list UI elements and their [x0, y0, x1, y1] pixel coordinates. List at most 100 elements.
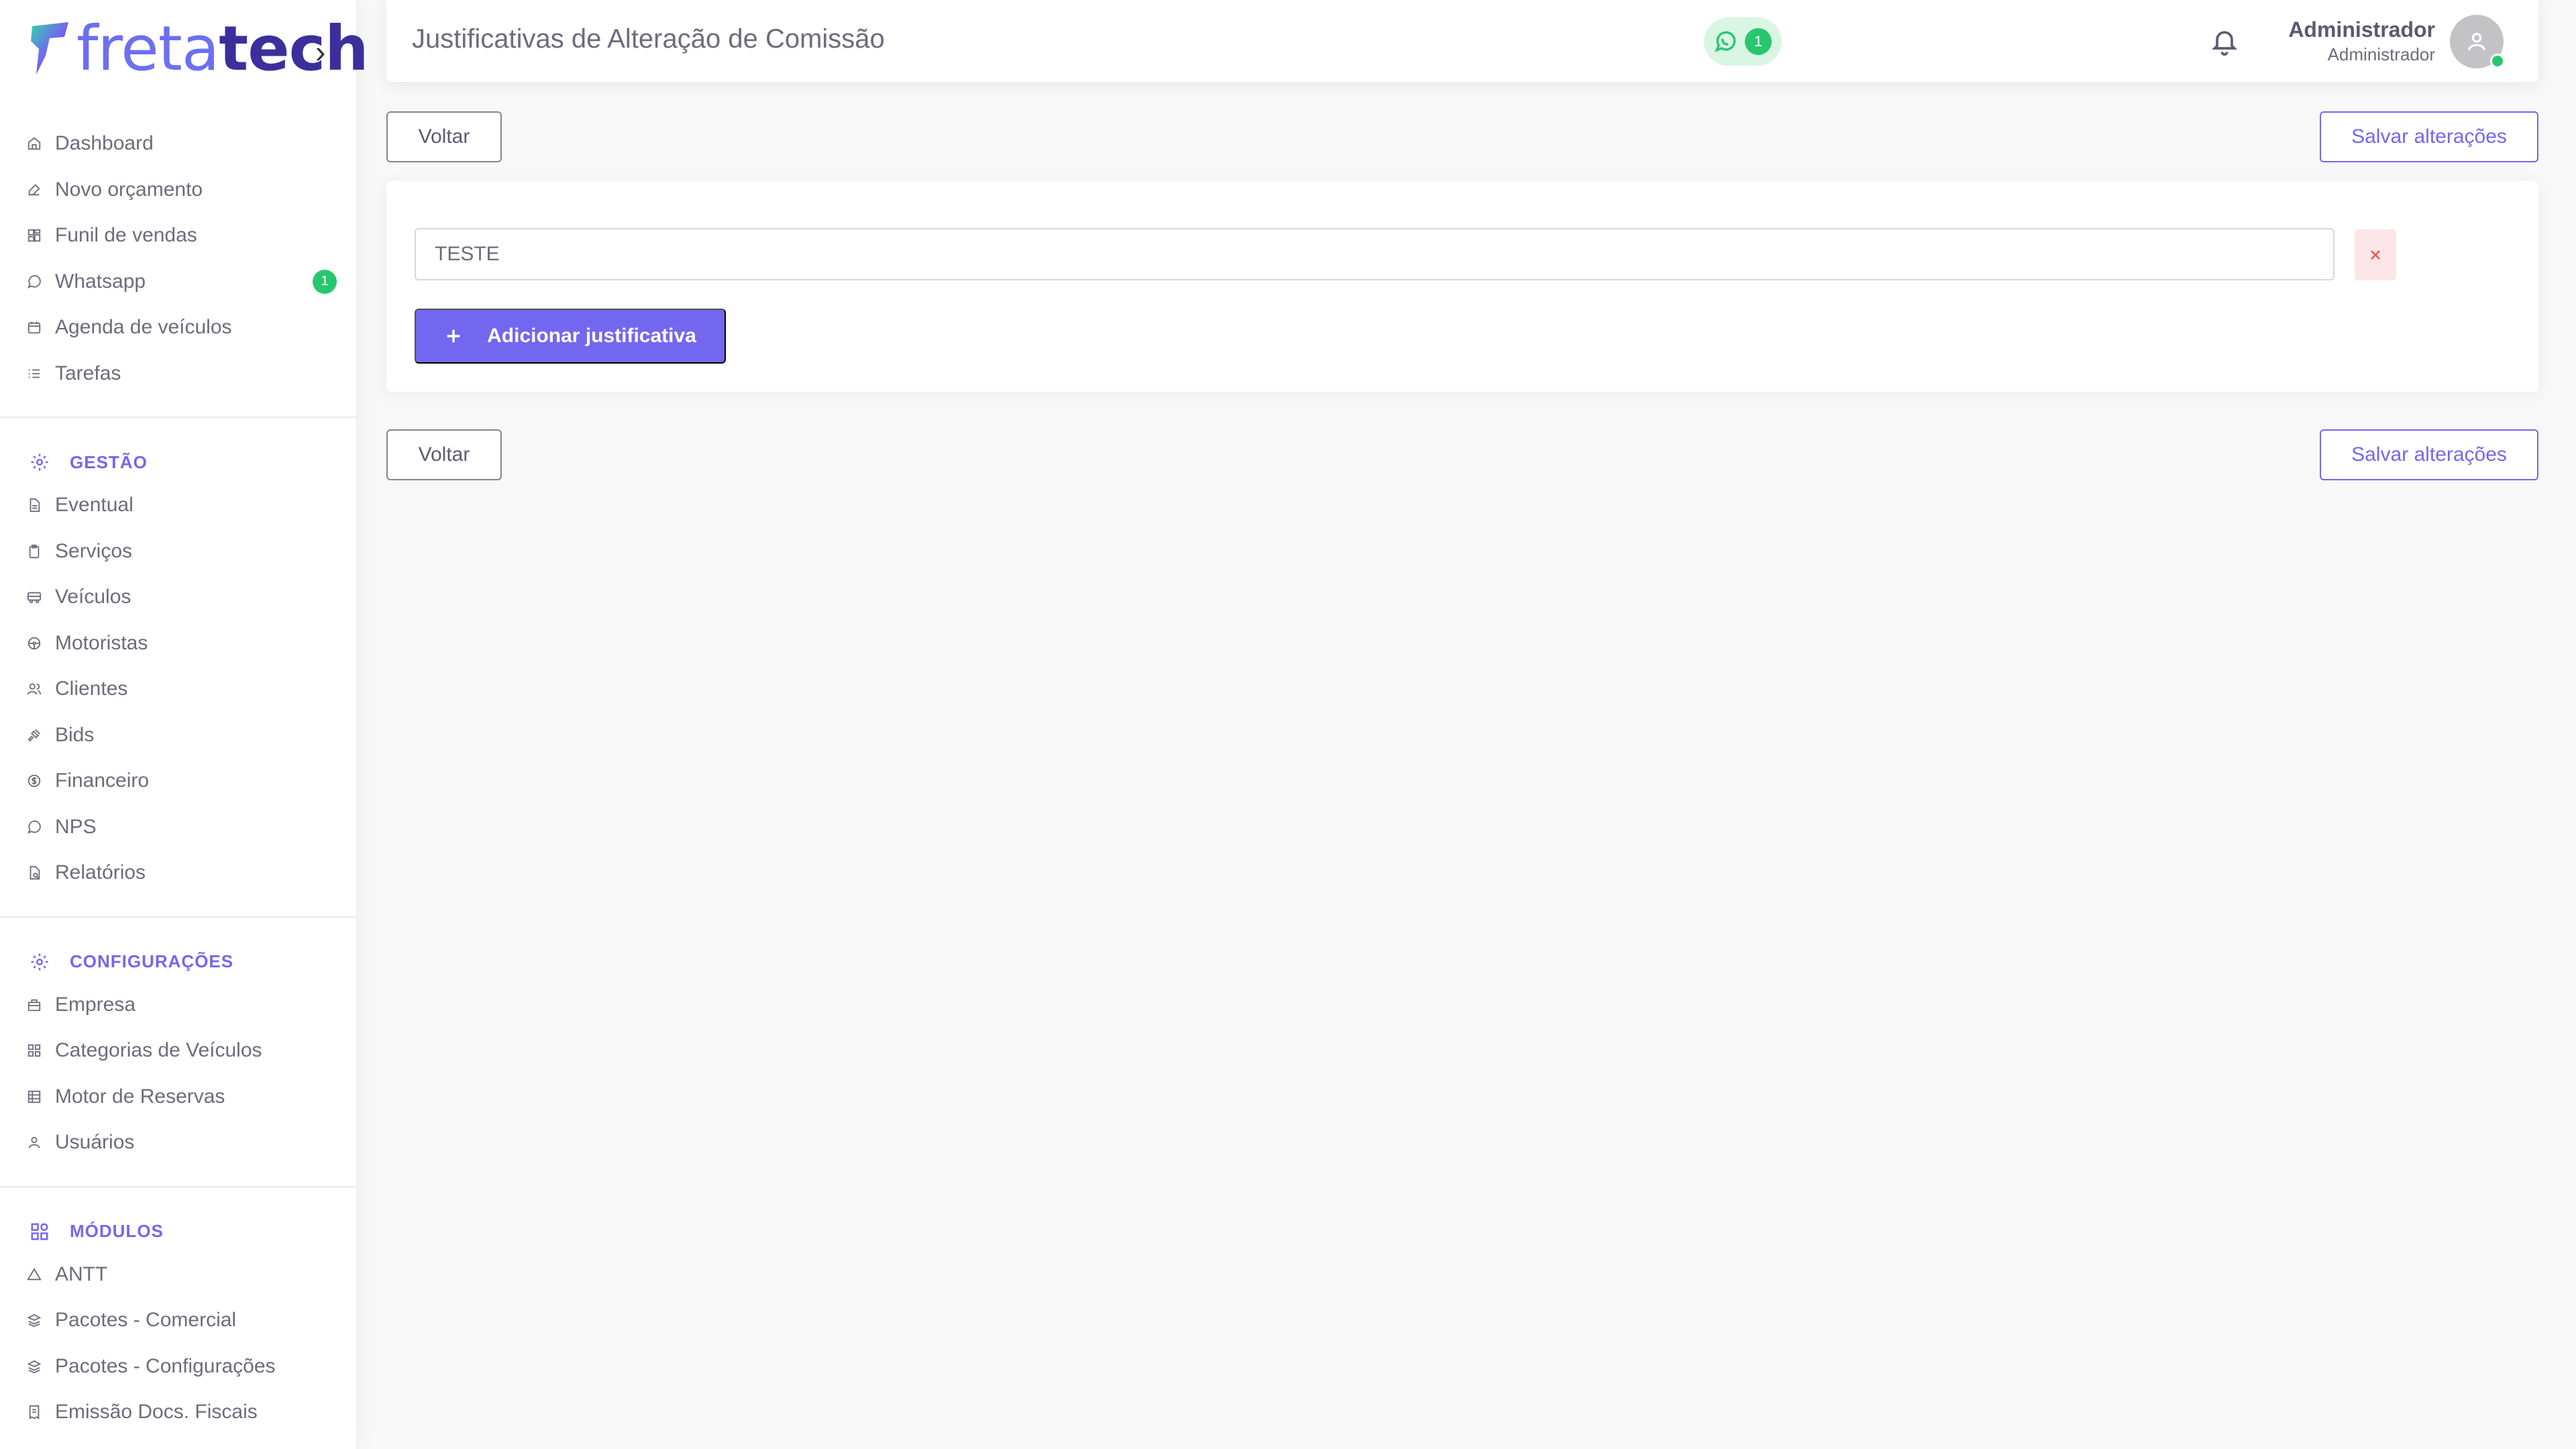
sidebar-item-motor-de-reservas[interactable]: Motor de Reservas	[0, 1074, 357, 1120]
plus-icon	[447, 329, 460, 343]
section-header-modulos: MÓDULOS	[0, 1212, 357, 1252]
add-justification-button[interactable]: Adicionar justificativa	[415, 309, 726, 364]
online-status-dot	[2490, 54, 2505, 68]
section-header-gestao: GESTÃO	[0, 442, 357, 482]
sidebar-item-label: Eventual	[55, 494, 133, 517]
sidebar-item-pacotes-configuracoes[interactable]: Pacotes - Configurações	[0, 1344, 357, 1390]
section-divider	[0, 417, 357, 418]
package-icon	[27, 1313, 42, 1328]
sidebar-item-usuarios[interactable]: Usuários	[0, 1120, 357, 1166]
bus-icon	[27, 590, 42, 604]
bell-icon	[2211, 31, 2238, 56]
justification-input[interactable]	[415, 228, 2334, 280]
sidebar-item-label: Usuários	[55, 1131, 135, 1154]
sidebar-item-label: Motor de Reservas	[55, 1085, 225, 1108]
sidebar-item-label: Novo orçamento	[55, 178, 203, 201]
sidebar-item-clientes[interactable]: Clientes	[0, 666, 357, 712]
sidebar-nav: Dashboard Novo orçamento Funil de vendas…	[0, 121, 357, 1436]
sidebar-item-tarefas[interactable]: Tarefas	[0, 351, 357, 397]
gear-icon	[30, 952, 50, 972]
sidebar-item-label: Motoristas	[55, 631, 148, 654]
notifications-button[interactable]	[2210, 25, 2239, 56]
avatar[interactable]	[2450, 15, 2505, 68]
user-icon	[2468, 33, 2485, 51]
gavel-icon	[27, 728, 42, 743]
steering-wheel-icon	[27, 636, 42, 651]
sidebar-item-label: Pacotes - Comercial	[55, 1309, 237, 1332]
gear-icon	[30, 452, 50, 472]
save-button-bottom[interactable]: Salvar alterações	[2320, 429, 2538, 480]
sidebar-item-veiculos[interactable]: Veículos	[0, 574, 357, 621]
modules-icon	[30, 1222, 50, 1242]
back-button-bottom[interactable]: Voltar	[386, 429, 502, 480]
save-button-top[interactable]: Salvar alterações	[2320, 111, 2538, 162]
top-navbar: Justificativas de Alteração de Comissão …	[386, 0, 2538, 82]
report-icon	[27, 865, 42, 880]
section-header-configuracoes: CONFIGURAÇÕES	[0, 942, 357, 982]
users-icon	[27, 682, 42, 696]
sidebar-item-label: NPS	[55, 815, 97, 838]
sidebar-item-emissao-docs-fiscais[interactable]: Emissão Docs. Fiscais	[0, 1389, 357, 1436]
sidebar-toggle-icon[interactable]: ›	[315, 34, 325, 70]
close-icon	[2371, 250, 2380, 260]
sidebar-item-label: Emissão Docs. Fiscais	[55, 1401, 258, 1424]
sidebar-item-label: Clientes	[55, 678, 128, 700]
whatsapp-count-badge: 1	[1745, 28, 1772, 55]
building-icon	[27, 998, 42, 1012]
sidebar-item-servicos[interactable]: Serviços	[0, 529, 357, 575]
sidebar-item-categorias-de-veiculos[interactable]: Categorias de Veículos	[0, 1028, 357, 1074]
sidebar-item-antt[interactable]: ANTT	[0, 1252, 357, 1298]
list-icon	[27, 366, 42, 381]
calendar-icon	[27, 320, 42, 335]
remove-justification-button[interactable]	[2355, 229, 2396, 280]
sidebar-item-label: ANTT	[55, 1263, 108, 1285]
receipt-icon	[27, 1405, 42, 1420]
sidebar: fretatech › Dashboard Novo orçamento Fun…	[0, 0, 369, 1449]
sidebar-item-bids[interactable]: Bids	[0, 712, 357, 759]
sidebar-item-pacotes-comercial[interactable]: Pacotes - Comercial	[0, 1297, 357, 1344]
sidebar-item-eventual[interactable]: Eventual	[0, 482, 357, 529]
grid-icon	[27, 1043, 42, 1058]
section-divider	[0, 916, 357, 918]
user-role: Administrador	[2327, 44, 2435, 64]
sidebar-item-label: Veículos	[55, 586, 131, 608]
sidebar-item-label: Funil de vendas	[55, 224, 197, 247]
sidebar-item-label: Whatsapp	[55, 270, 146, 292]
sidebar-item-label: Categorias de Veículos	[55, 1039, 262, 1062]
sidebar-item-agenda-de-veiculos[interactable]: Agenda de veículos	[0, 305, 357, 351]
page-title: Justificativas de Alteração de Comissão	[412, 24, 885, 54]
sidebar-item-dashboard[interactable]: Dashboard	[0, 121, 357, 167]
sidebar-item-label: Financeiro	[55, 769, 150, 792]
sidebar-item-empresa[interactable]: Empresa	[0, 982, 357, 1028]
whatsapp-badge: 1	[313, 269, 337, 294]
package-settings-icon	[27, 1359, 42, 1374]
sidebar-item-label: Relatórios	[55, 861, 146, 884]
table-icon	[27, 1089, 42, 1104]
sidebar-item-funil-de-vendas[interactable]: Funil de vendas	[0, 213, 357, 259]
sidebar-item-nps[interactable]: NPS	[0, 804, 357, 851]
section-divider	[0, 1185, 357, 1187]
whatsapp-notification-button[interactable]: 1	[1704, 17, 1782, 66]
sidebar-item-relatorios[interactable]: Relatórios	[0, 850, 357, 896]
add-justification-label: Adicionar justificativa	[487, 325, 696, 347]
sidebar-item-motoristas[interactable]: Motoristas	[0, 621, 357, 667]
sidebar-item-whatsapp[interactable]: Whatsapp 1	[0, 259, 357, 305]
sidebar-item-label: Bids	[55, 723, 95, 746]
whatsapp-icon	[27, 274, 42, 289]
justifications-card: Adicionar justificativa	[386, 181, 2538, 392]
triangle-icon	[27, 1267, 42, 1282]
home-icon	[27, 136, 42, 151]
message-circle-icon	[27, 820, 42, 835]
sidebar-item-financeiro[interactable]: Financeiro	[0, 758, 357, 804]
sidebar-item-label: Empresa	[55, 993, 136, 1016]
user-name[interactable]: Administrador	[2288, 17, 2435, 42]
sidebar-item-label: Serviços	[55, 539, 133, 562]
sidebar-item-novo-orcamento[interactable]: Novo orçamento	[0, 167, 357, 213]
back-button-top[interactable]: Voltar	[386, 111, 502, 162]
dollar-circle-icon	[27, 773, 42, 788]
whatsapp-icon	[1715, 31, 1736, 52]
user-icon	[27, 1135, 42, 1150]
sidebar-item-label: Dashboard	[55, 132, 154, 155]
logo-mark-icon	[31, 22, 68, 74]
sidebar-item-label: Tarefas	[55, 362, 121, 384]
